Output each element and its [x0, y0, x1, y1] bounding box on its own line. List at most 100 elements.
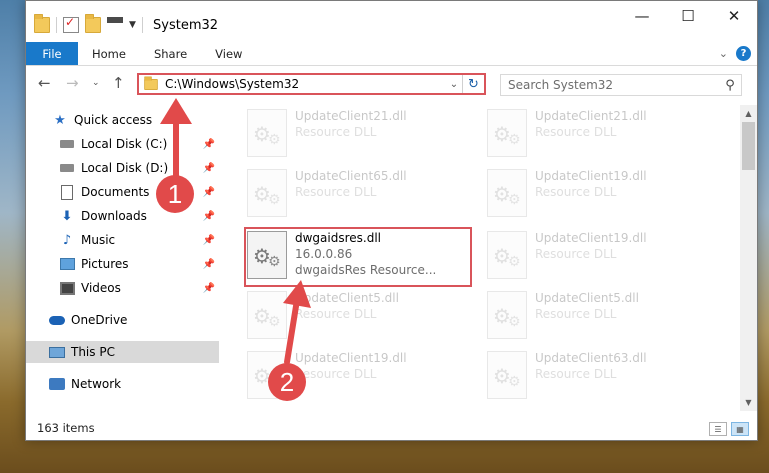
recent-locations-icon[interactable]: ⌄ — [92, 78, 100, 88]
highlight-box-file — [244, 227, 472, 287]
onedrive-icon — [49, 312, 65, 328]
file-description: Resource DLL — [535, 185, 617, 199]
file-name: UpdateClient63.dll — [535, 351, 647, 365]
details-view-icon[interactable]: ☰ — [709, 422, 727, 436]
scroll-thumb[interactable] — [742, 122, 755, 170]
dll-file-icon — [487, 351, 527, 399]
file-name: UpdateClient65.dll — [295, 169, 407, 183]
sidebar-item-label: Network — [71, 377, 122, 391]
new-folder-icon[interactable] — [85, 14, 101, 33]
pin-icon[interactable]: 📌 — [203, 235, 215, 246]
file-name: UpdateClient21.dll — [535, 109, 647, 123]
dll-file-icon — [487, 169, 527, 217]
refresh-icon[interactable]: ↻ — [462, 75, 484, 93]
this-pc-icon — [49, 344, 65, 360]
ribbon-right-controls: ⌄ ? — [719, 46, 751, 61]
pin-icon[interactable]: 📌 — [203, 187, 215, 198]
pin-icon[interactable]: 📌 — [203, 259, 215, 270]
up-arrow-icon[interactable]: ↑ — [112, 74, 125, 92]
file-description: Resource DLL — [535, 367, 617, 381]
sidebar-item-downloads[interactable]: ⬇ Downloads 📌 — [26, 205, 219, 227]
customize-toolbar-icon[interactable]: ▼ — [129, 20, 136, 30]
pin-icon[interactable]: 📌 — [203, 211, 215, 222]
sidebar-item-label: This PC — [71, 345, 115, 359]
file-description: Resource DLL — [295, 125, 377, 139]
sidebar-item-label: Documents — [81, 185, 150, 199]
music-icon: ♪ — [62, 232, 72, 248]
vertical-scrollbar[interactable]: ▲ ▼ — [740, 105, 757, 411]
item-count: 163 items — [37, 421, 95, 435]
sidebar-item-quick-access[interactable]: ★ Quick access — [26, 109, 219, 131]
minimize-button[interactable]: — — [619, 1, 665, 31]
file-description: Resource DLL — [535, 125, 617, 139]
file-item[interactable]: UpdateClient21.dll Resource DLL — [487, 109, 713, 169]
sidebar-item-local-disk-d[interactable]: Local Disk (D:) 📌 — [26, 157, 219, 179]
documents-icon — [59, 184, 75, 200]
search-icon[interactable]: ⚲ — [719, 78, 741, 93]
tab-home[interactable]: Home — [78, 42, 140, 65]
file-item[interactable]: UpdateClient65.dll Resource DLL — [247, 169, 473, 229]
sidebar-item-onedrive[interactable]: OneDrive — [26, 309, 219, 331]
tab-view[interactable]: View — [201, 42, 256, 65]
search-box[interactable]: Search System32 ⚲ — [500, 74, 742, 96]
toolbar-divider — [56, 17, 57, 33]
pin-icon[interactable]: 📌 — [203, 163, 215, 174]
maximize-button[interactable]: ☐ — [665, 1, 711, 31]
file-item[interactable]: UpdateClient21.dll Resource DLL — [247, 109, 473, 169]
sidebar-item-this-pc[interactable]: This PC — [26, 341, 219, 363]
address-path[interactable]: C:\Windows\System32 — [165, 77, 446, 91]
forward-arrow-icon[interactable]: → — [66, 74, 79, 92]
dll-file-icon — [487, 291, 527, 339]
address-dropdown-icon[interactable]: ⌄ — [446, 79, 462, 90]
address-bar[interactable]: C:\Windows\System32 ⌄ ↻ — [137, 73, 486, 95]
scroll-down-icon[interactable]: ▼ — [740, 394, 757, 411]
file-explorer-window: ▼ System32 — ☐ ✕ File Home Share View ⌄ … — [25, 0, 758, 441]
sidebar-item-music[interactable]: ♪ Music 📌 — [26, 229, 219, 251]
scroll-up-icon[interactable]: ▲ — [740, 105, 757, 122]
properties-icon[interactable] — [63, 15, 79, 33]
back-arrow-icon[interactable]: ← — [38, 74, 51, 92]
view-options-icon[interactable] — [107, 17, 123, 33]
dll-file-icon — [247, 291, 287, 339]
sidebar-item-label: Pictures — [81, 257, 129, 271]
sidebar-item-videos[interactable]: Videos 📌 — [26, 277, 219, 299]
tab-share[interactable]: Share — [140, 42, 201, 65]
file-item[interactable]: UpdateClient5.dll Resource DLL — [247, 291, 473, 351]
sidebar-item-pictures[interactable]: Pictures 📌 — [26, 253, 219, 275]
tab-file[interactable]: File — [26, 42, 78, 65]
sidebar-item-network[interactable]: Network — [26, 373, 219, 395]
search-input[interactable]: Search System32 — [501, 78, 719, 92]
sidebar-item-label: Downloads — [81, 209, 147, 223]
navigation-bar: ← → ⌄ ↑ C:\Windows\System32 ⌄ ↻ Search S… — [26, 67, 757, 101]
dll-file-icon — [247, 109, 287, 157]
close-button[interactable]: ✕ — [711, 1, 757, 31]
sidebar-item-label: Music — [81, 233, 116, 247]
sidebar-item-label: Local Disk (C:) — [81, 137, 168, 151]
file-list: UpdateClient21.dll Resource DLL UpdateCli… — [231, 105, 736, 411]
step-badge-1: 1 — [156, 175, 194, 213]
sidebar-item-local-disk-c[interactable]: Local Disk (C:) 📌 — [26, 133, 219, 155]
dll-file-icon — [487, 231, 527, 279]
expand-ribbon-icon[interactable]: ⌄ — [719, 47, 728, 60]
downloads-icon: ⬇ — [61, 208, 73, 224]
tiles-view-icon[interactable]: ▦ — [731, 422, 749, 436]
help-icon[interactable]: ? — [736, 46, 751, 61]
status-bar: 163 items ☰ ▦ — [26, 416, 757, 440]
pictures-icon — [59, 256, 75, 272]
sidebar-item-label: Quick access — [74, 113, 153, 127]
file-item[interactable]: UpdateClient19.dll Resource DLL — [487, 169, 713, 229]
title-bar: ▼ System32 — ☐ ✕ — [26, 1, 757, 45]
pin-icon[interactable]: 📌 — [203, 283, 215, 294]
folder-icon[interactable] — [34, 14, 50, 33]
file-description: Resource DLL — [295, 307, 377, 321]
file-name: UpdateClient5.dll — [535, 291, 639, 305]
sidebar-item-label: Local Disk (D:) — [81, 161, 169, 175]
dll-file-icon — [247, 169, 287, 217]
file-item[interactable]: UpdateClient19.dll Resource DLL — [487, 231, 713, 291]
videos-icon — [59, 280, 75, 296]
pin-icon[interactable]: 📌 — [203, 139, 215, 150]
file-item[interactable]: UpdateClient63.dll Resource DLL — [487, 351, 713, 411]
ribbon-tabs: File Home Share View ⌄ ? — [26, 42, 757, 66]
network-icon — [49, 376, 65, 392]
file-item[interactable]: UpdateClient5.dll Resource DLL — [487, 291, 713, 351]
